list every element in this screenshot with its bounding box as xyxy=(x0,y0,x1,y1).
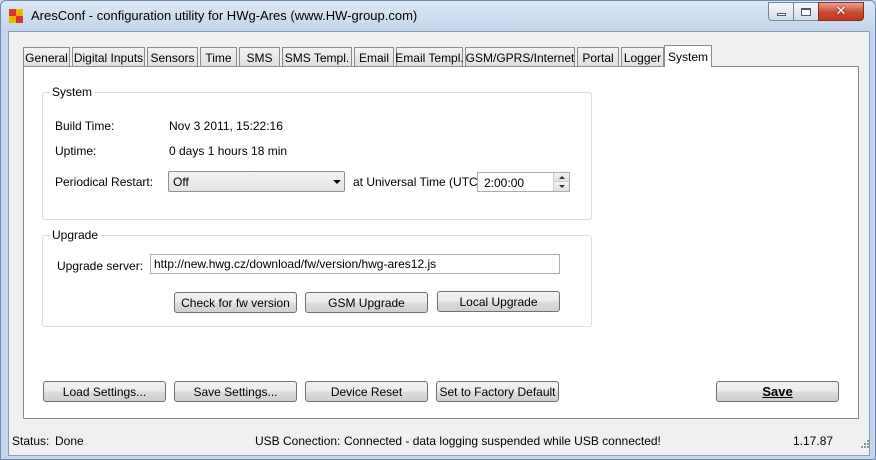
window-title: AresConf - configuration utility for HWg… xyxy=(31,8,418,23)
app-icon-part xyxy=(16,9,23,16)
grip-dot xyxy=(864,443,866,445)
utc-time-value: 2:00:00 xyxy=(484,176,525,190)
save-button[interactable]: Save xyxy=(716,381,839,402)
local-upgrade-button[interactable]: Local Upgrade xyxy=(437,291,560,312)
uptime-value: 0 days 1 hours 18 min xyxy=(169,144,288,158)
app-icon-part xyxy=(16,16,23,23)
system-group: System Build Time: Nov 3 2011, 15:22:16 … xyxy=(42,85,592,220)
periodical-restart-label: Periodical Restart: xyxy=(55,175,154,189)
chevron-down-icon xyxy=(333,180,341,184)
build-time-value: Nov 3 2011, 15:22:16 xyxy=(169,119,283,133)
save-button-label: Save xyxy=(762,384,793,399)
title-bar[interactable]: AresConf - configuration utility for HWg… xyxy=(1,1,875,31)
check-fw-version-button[interactable]: Check for fw version xyxy=(174,292,297,313)
grip-dot xyxy=(867,443,869,445)
grip-dot xyxy=(867,446,869,448)
spinner-buttons xyxy=(553,173,569,191)
periodical-restart-value: Off xyxy=(173,175,189,189)
app-window: AresConf - configuration utility for HWg… xyxy=(0,0,876,460)
save-settings-button[interactable]: Save Settings... xyxy=(174,381,297,402)
gsm-upgrade-button[interactable]: GSM Upgrade xyxy=(305,292,428,313)
tab-email[interactable]: Email xyxy=(354,47,394,67)
uptime-label: Uptime: xyxy=(55,144,97,158)
grip-dot xyxy=(864,446,866,448)
tab-logger[interactable]: Logger xyxy=(621,47,664,67)
upgrade-group: Upgrade Upgrade server: Check for fw ver… xyxy=(42,228,592,327)
status-label: Status: xyxy=(12,434,50,448)
system-tab-panel: System Build Time: Nov 3 2011, 15:22:16 … xyxy=(23,66,859,419)
minimize-icon xyxy=(776,13,786,16)
grip-dot xyxy=(867,440,869,442)
version-label: 1.17.87 xyxy=(793,434,834,448)
spin-down-button[interactable] xyxy=(554,182,569,191)
arrow-up-icon xyxy=(558,175,565,179)
app-icon-part xyxy=(9,16,16,23)
tab-sms[interactable]: SMS xyxy=(239,47,280,67)
usb-connection-value: Connected - data logging suspended while… xyxy=(344,434,661,448)
tab-sms-templ[interactable]: SMS Templ. xyxy=(282,47,352,67)
tab-sensors[interactable]: Sensors xyxy=(147,47,198,67)
usb-connection-label: USB Conection: xyxy=(255,434,341,448)
tab-gsm-gprs-internet[interactable]: GSM/GPRS/Internet xyxy=(465,47,575,67)
upgrade-server-input[interactable] xyxy=(151,255,559,273)
load-settings-button[interactable]: Load Settings... xyxy=(43,381,166,402)
arrow-down-icon xyxy=(558,185,565,188)
tab-portal[interactable]: Portal xyxy=(577,47,619,67)
tab-general[interactable]: General xyxy=(23,47,70,67)
close-icon: ✕ xyxy=(835,4,847,19)
tab-time[interactable]: Time xyxy=(200,47,237,67)
utc-label: at Universal Time (UTC) xyxy=(353,175,482,189)
app-icon[interactable] xyxy=(9,9,23,23)
tab-system[interactable]: System xyxy=(664,45,712,67)
status-bar: Status: Done USB Conection: Connected - … xyxy=(1,429,875,459)
minimize-button[interactable] xyxy=(768,2,794,21)
tab-email-templ[interactable]: Email Templ. xyxy=(395,47,464,67)
app-icon-part xyxy=(9,9,16,16)
upgrade-group-legend: Upgrade xyxy=(50,228,101,242)
build-time-label: Build Time: xyxy=(55,119,115,133)
spin-up-button[interactable] xyxy=(554,173,569,182)
maximize-button[interactable] xyxy=(793,2,819,21)
tab-digital-inputs[interactable]: Digital Inputs xyxy=(72,47,145,67)
utc-time-spinner[interactable]: 2:00:00 xyxy=(477,172,570,192)
system-group-legend: System xyxy=(50,85,95,99)
maximize-icon xyxy=(801,7,811,16)
close-button[interactable]: ✕ xyxy=(818,2,864,21)
factory-default-button[interactable]: Set to Factory Default xyxy=(436,381,559,402)
grip-dot xyxy=(861,446,863,448)
device-reset-button[interactable]: Device Reset xyxy=(305,381,428,402)
upgrade-server-label: Upgrade server: xyxy=(57,259,144,273)
status-value: Done xyxy=(55,434,84,448)
client-area: General Digital Inputs Sensors Time SMS … xyxy=(8,31,870,456)
upgrade-server-field[interactable] xyxy=(150,254,560,274)
resize-grip-icon[interactable] xyxy=(858,439,870,451)
periodical-restart-select[interactable]: Off xyxy=(168,171,345,192)
